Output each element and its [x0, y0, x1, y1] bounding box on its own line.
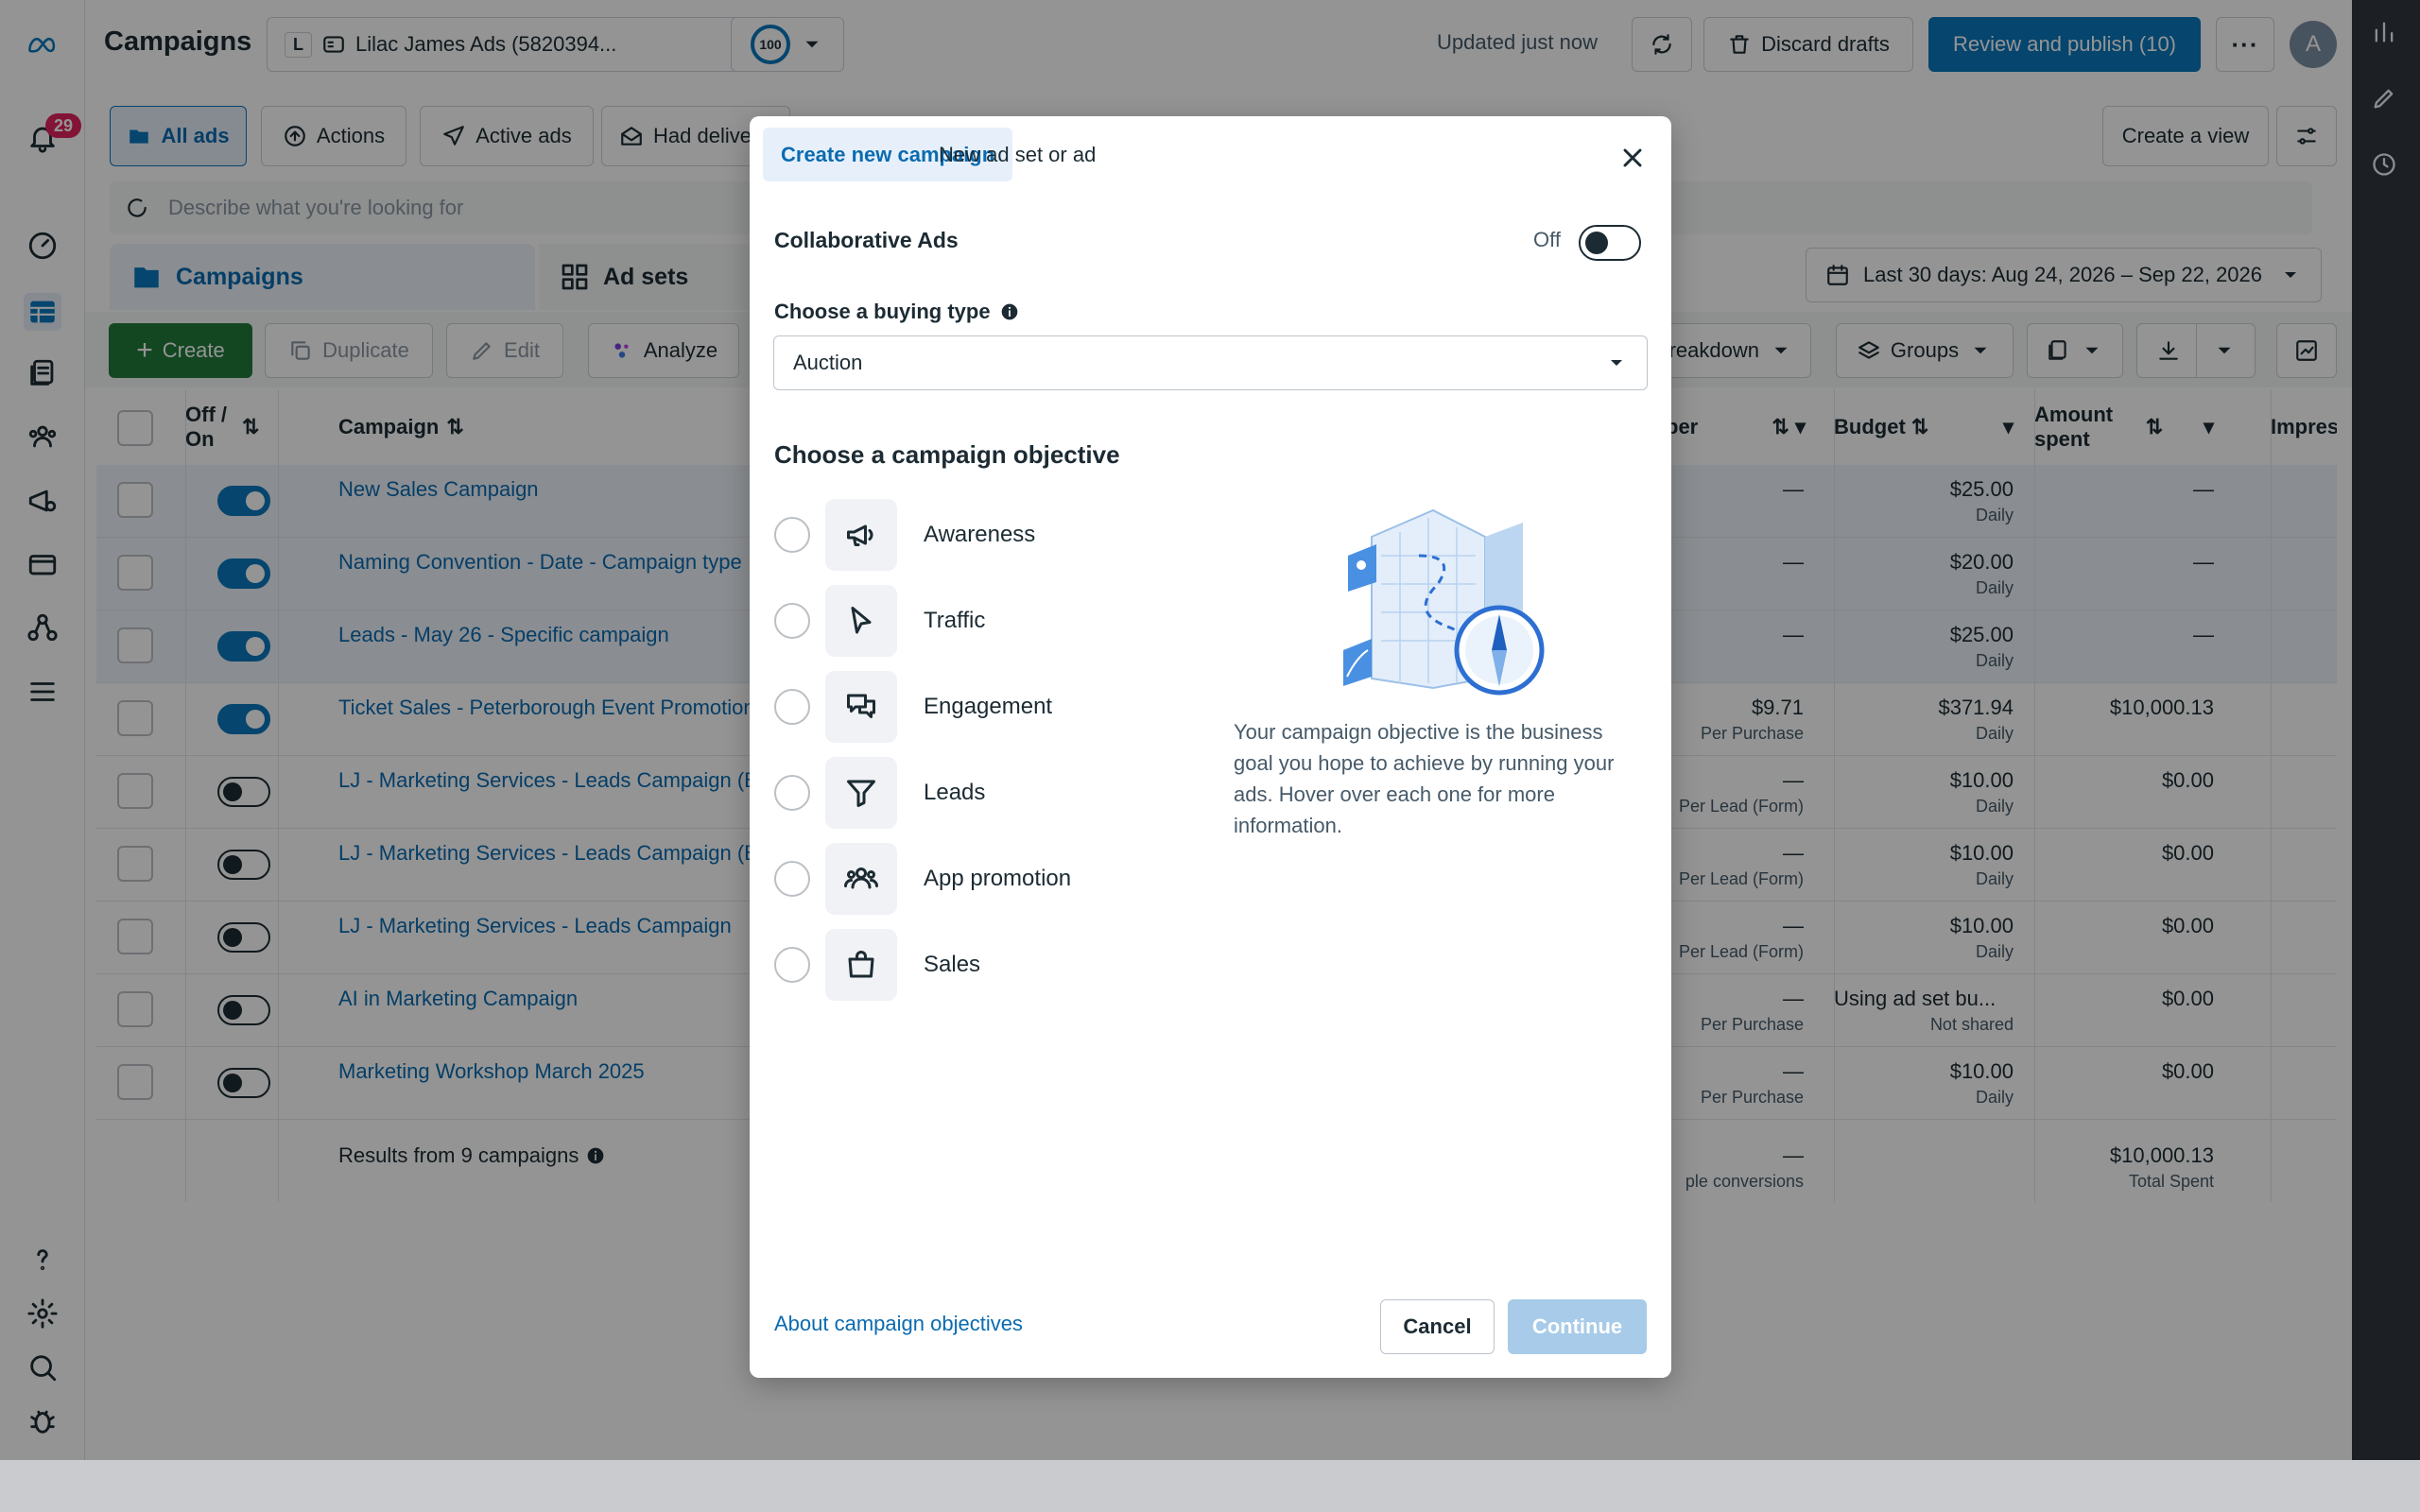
buying-type-select[interactable]: Auction	[773, 335, 1648, 390]
right-tool-rail	[2352, 0, 2420, 1460]
bottom-bar	[0, 1460, 2420, 1512]
funnel-icon	[825, 757, 897, 829]
objective-radio[interactable]	[774, 775, 810, 811]
collaborative-ads-state: Off	[1533, 228, 1561, 251]
cancel-button[interactable]: Cancel	[1380, 1299, 1495, 1354]
create-campaign-dialog: Create new campaign New ad set or ad Col…	[750, 116, 1671, 1378]
about-campaign-objectives-link[interactable]: About campaign objectives	[774, 1312, 1023, 1336]
cancel-label: Cancel	[1403, 1314, 1472, 1338]
objective-label: Awareness	[924, 522, 1036, 547]
objective-radio[interactable]	[774, 861, 810, 897]
tab-new-ad-set-or-ad[interactable]: New ad set or ad	[921, 128, 1114, 181]
clock-icon[interactable]	[2371, 151, 2401, 181]
objective-label: Sales	[924, 952, 981, 977]
megaphone-icon	[825, 499, 897, 571]
objective-radio[interactable]	[774, 517, 810, 553]
objective-title: Choose a campaign objective	[774, 440, 1120, 469]
objective-awareness[interactable]: Awareness	[774, 499, 1035, 571]
cursor-icon	[825, 585, 897, 657]
objective-traffic[interactable]: Traffic	[774, 585, 985, 657]
collaborative-ads-label: Collaborative Ads	[774, 228, 959, 252]
buying-type-value: Auction	[793, 351, 863, 374]
objective-leads[interactable]: Leads	[774, 757, 985, 829]
objective-label: Engagement	[924, 694, 1053, 719]
close-icon	[1617, 143, 1655, 173]
map-compass-illustration	[1343, 508, 1556, 697]
objective-engagement[interactable]: Engagement	[774, 671, 1052, 743]
objective-radio[interactable]	[774, 603, 810, 639]
objective-description: Your campaign objective is the business …	[1234, 720, 1615, 837]
objective-label: Leads	[924, 780, 986, 805]
buying-type-text: Choose a buying type	[774, 300, 991, 323]
continue-label: Continue	[1531, 1314, 1623, 1338]
objective-radio[interactable]	[774, 947, 810, 983]
people-icon	[825, 843, 897, 915]
bar-chart-icon[interactable]	[2371, 19, 2401, 49]
objective-label: App promotion	[924, 866, 1072, 891]
buying-type-label: Choose a buying type	[774, 300, 1019, 324]
objective-sales[interactable]: Sales	[774, 929, 980, 1001]
objective-label: Traffic	[924, 608, 986, 633]
objective-app-promotion[interactable]: App promotion	[774, 843, 1071, 915]
pencil-icon[interactable]	[2371, 85, 2401, 115]
chevron-down-icon	[1605, 352, 1628, 374]
objective-radio[interactable]	[774, 689, 810, 725]
continue-button[interactable]: Continue	[1508, 1299, 1647, 1354]
shopping-bag-icon	[825, 929, 897, 1001]
info-icon[interactable]	[1000, 302, 1019, 321]
tab-new-label: New ad set or ad	[939, 142, 1097, 166]
close-button[interactable]	[1617, 143, 1655, 180]
chat-bubbles-icon	[825, 671, 897, 743]
collaborative-ads-toggle[interactable]	[1579, 225, 1641, 261]
